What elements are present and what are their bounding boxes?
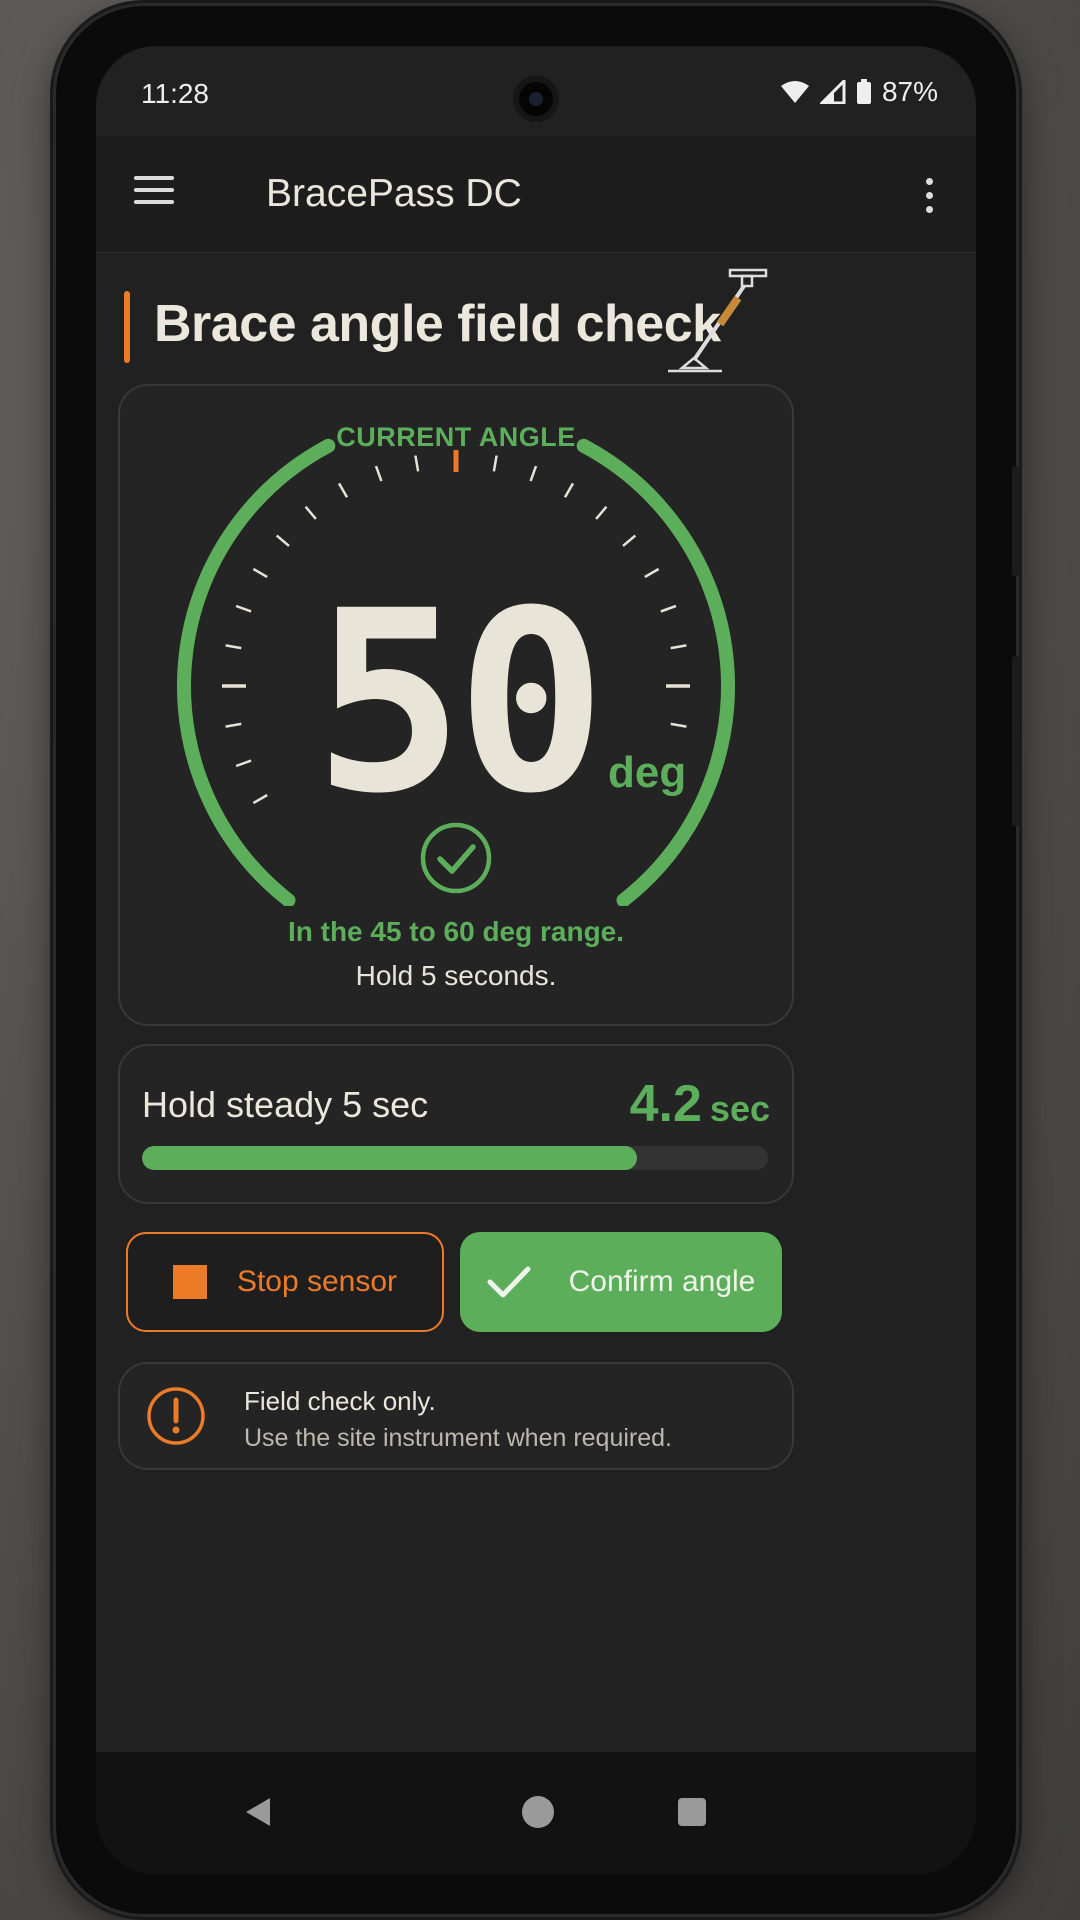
gauge-tick [374, 465, 383, 482]
hold-progress-fill [142, 1146, 637, 1170]
notice-detail: Use the site instrument when required. [244, 1424, 672, 1452]
gauge-tick [252, 793, 268, 805]
app-title: BracePass DC [266, 172, 522, 215]
signal-icon [819, 80, 846, 104]
gauge-tick [304, 505, 317, 520]
warning-icon [147, 1387, 205, 1445]
hold-progress-bar [142, 1146, 768, 1170]
power-button [1012, 656, 1020, 826]
notice-title: Field check only. [244, 1386, 436, 1416]
hold-steady-label: Hold steady 5 sec [142, 1084, 429, 1125]
range-status-text: In the 45 to 60 deg range. [287, 916, 625, 947]
stop-icon [172, 1265, 207, 1299]
gauge-tick [252, 567, 268, 579]
hold-timer: 4.2 sec [630, 1074, 770, 1134]
battery-icon [856, 79, 871, 104]
gauge-tick [670, 644, 687, 650]
angle-gauge: 50 [176, 438, 736, 906]
gauge-tick [225, 722, 242, 728]
gauge-tick [275, 534, 290, 547]
confirm-angle-label: Confirm angle [568, 1265, 756, 1298]
front-camera [513, 76, 559, 122]
angle-gauge-card: 50 CURRENT ANGLE deg In the 45 to 60 deg… [118, 384, 794, 1026]
notice-card: Field check only. Use the site instrumen… [118, 1362, 794, 1470]
gauge-arc-left [176, 438, 336, 906]
confirm-angle-button[interactable]: Confirm angle [460, 1232, 782, 1332]
gauge-arc-right [576, 438, 736, 906]
screen: 11:28 87% BracePass DC Brace angle field… [96, 46, 976, 1874]
status-bar: 11:28 87% [96, 46, 976, 136]
stop-sensor-label: Stop sensor [236, 1265, 398, 1298]
gauge-tick [337, 482, 349, 498]
gauge-label: CURRENT ANGLE [336, 422, 576, 452]
system-nav-bar [96, 1752, 976, 1874]
page-title: Brace angle field check [154, 295, 721, 353]
stop-sensor-button[interactable]: Stop sensor [126, 1232, 444, 1332]
phone-frame: 11:28 87% BracePass DC Brace angle field… [56, 6, 1020, 1914]
gauge-tick [670, 722, 687, 728]
status-icons: 87% [780, 76, 938, 108]
angle-value: 50 [313, 557, 598, 848]
status-time: 11:28 [141, 78, 209, 109]
gauge-tick [225, 644, 242, 650]
gauge-tick [660, 604, 677, 613]
brace-icon [668, 268, 768, 373]
title-accent-bar [124, 291, 130, 363]
recent-apps-icon[interactable] [678, 1798, 706, 1826]
more-options-icon[interactable] [922, 176, 936, 216]
battery-percent: 87% [881, 76, 938, 107]
menu-icon[interactable] [134, 176, 178, 210]
gauge-tick [492, 455, 498, 472]
hold-elapsed: 4.2 [629, 1075, 702, 1133]
gauge-tick [644, 567, 660, 579]
hold-unit: sec [709, 1088, 770, 1129]
status-check-icon [437, 844, 476, 874]
hold-steady-card: Hold steady 5 sec 4.2 sec [118, 1044, 794, 1204]
gauge-tick [414, 455, 420, 472]
hold-instruction-text: Hold 5 seconds. [355, 960, 557, 991]
wifi-icon [780, 81, 809, 103]
gauge-tick [235, 759, 252, 768]
volume-button [1012, 466, 1020, 576]
app-bar: BracePass DC [96, 136, 976, 253]
gauge-tick [595, 505, 608, 520]
gauge-tick [563, 482, 575, 498]
back-icon[interactable] [244, 1796, 272, 1828]
gauge-tick [529, 465, 538, 482]
angle-unit: deg [608, 748, 687, 797]
check-icon [487, 1266, 531, 1298]
gauge-tick [622, 534, 637, 547]
gauge-tick [235, 604, 252, 613]
home-icon[interactable] [522, 1796, 554, 1828]
